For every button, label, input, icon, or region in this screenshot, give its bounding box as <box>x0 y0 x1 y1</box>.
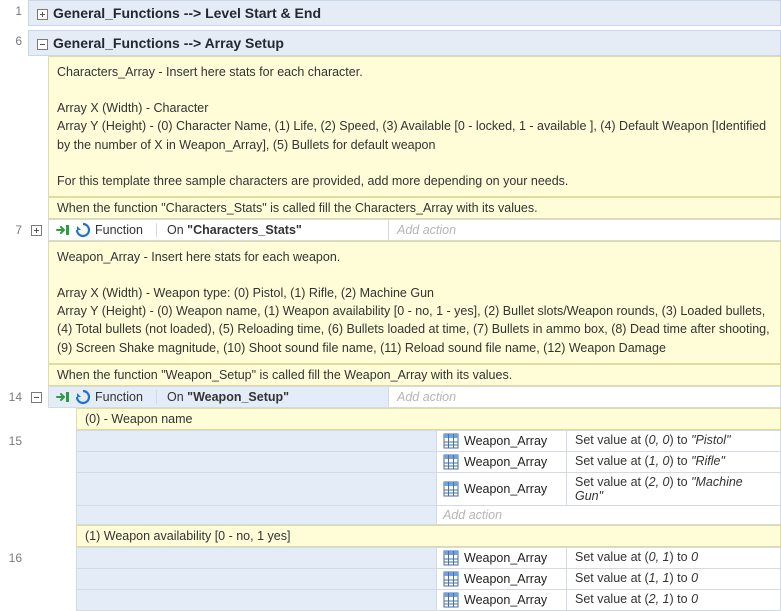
comment-characters-array[interactable]: Characters_Array - Insert here stats for… <box>48 56 781 197</box>
line-number: 7 <box>0 219 28 241</box>
action-object: Weapon_Array <box>437 431 567 451</box>
action-text: Set value at (0, 1) to 0 <box>567 548 780 568</box>
add-action-link[interactable]: Add action <box>389 220 780 240</box>
event-row: 15 Weapon_Array Set value at (0, 0) to "P… <box>0 430 781 525</box>
action-row[interactable]: Weapon_Array Set value at (0, 0) to "Pist… <box>76 430 781 452</box>
comment-row: When the function "Weapon_Setup" is call… <box>0 364 781 386</box>
object-label: Weapon_Array <box>464 482 547 496</box>
array-icon <box>443 481 459 497</box>
event-row: 1 General_Functions --> Level Start & En… <box>0 0 781 26</box>
action-text: Set value at (2, 1) to 0 <box>567 590 780 610</box>
event-weapon-setup[interactable]: Function On "Weapon_Setup" Add action <box>48 386 781 408</box>
array-icon <box>443 571 459 587</box>
comment-characters-when[interactable]: When the function "Characters_Stats" is … <box>48 197 781 219</box>
condition-empty <box>77 506 437 524</box>
condition-text: On "Weapon_Setup" <box>167 390 289 404</box>
line-number: 15 <box>0 430 28 525</box>
collapse-icon[interactable] <box>29 391 43 405</box>
line-number: 14 <box>0 386 28 408</box>
action-text: Set value at (1, 1) to 0 <box>567 569 780 589</box>
event-row: 7 Function On "Characters_Stats" Add act… <box>0 219 781 241</box>
condition-empty <box>77 590 437 610</box>
action-text: Set value at (1, 0) to "Rifle" <box>567 452 780 472</box>
action-object: Weapon_Array <box>437 590 567 610</box>
add-action-row[interactable]: Add action <box>76 506 781 525</box>
array-icon <box>443 550 459 566</box>
group-title: General_Functions --> Array Setup <box>53 35 284 51</box>
comment-weapon-name[interactable]: (0) - Weapon name <box>76 408 781 430</box>
line-number: 16 <box>0 547 28 611</box>
event-characters-stats[interactable]: Function On "Characters_Stats" Add actio… <box>48 219 781 241</box>
action-row[interactable]: Weapon_Array Set value at (1, 1) to 0 <box>76 569 781 590</box>
arrow-icon <box>55 222 71 238</box>
event-row: 16 Weapon_ArraySet value at (0, 1) to 0W… <box>0 547 781 611</box>
action-text: Set value at (2, 0) to "Machine Gun" <box>567 473 780 505</box>
comment-row: Characters_Array - Insert here stats for… <box>0 56 781 197</box>
add-action-link[interactable]: Add action <box>437 506 780 524</box>
condition-empty <box>77 452 437 472</box>
comment-weapon-array[interactable]: Weapon_Array - Insert here stats for eac… <box>48 241 781 364</box>
add-action-link[interactable]: Add action <box>389 387 780 407</box>
comment-weapon-when[interactable]: When the function "Weapon_Setup" is call… <box>48 364 781 386</box>
object-label: Weapon_Array <box>464 434 547 448</box>
comment-row: (1) Weapon availability [0 - no, 1 yes] <box>0 525 781 547</box>
comment-row: Weapon_Array - Insert here stats for eac… <box>0 241 781 364</box>
action-row[interactable]: Weapon_Array Set value at (0, 1) to 0 <box>76 547 781 569</box>
action-row[interactable]: Weapon_Array Set value at (2, 1) to 0 <box>76 590 781 611</box>
action-row[interactable]: Weapon_Array Set value at (1, 0) to "Rifl… <box>76 452 781 473</box>
group-header-array[interactable]: General_Functions --> Array Setup <box>28 30 781 56</box>
action-object: Weapon_Array <box>437 548 567 568</box>
line-number: 1 <box>0 0 28 26</box>
condition-empty <box>77 569 437 589</box>
function-icon <box>75 222 91 238</box>
condition-empty <box>77 548 437 568</box>
action-text: Set value at (0, 0) to "Pistol" <box>567 431 780 451</box>
group-header-level[interactable]: General_Functions --> Level Start & End <box>28 0 781 26</box>
collapse-icon[interactable] <box>35 37 49 51</box>
object-label: Weapon_Array <box>464 572 547 586</box>
comment-row: (0) - Weapon name <box>0 408 781 430</box>
action-object: Weapon_Array <box>437 569 567 589</box>
line-number: 6 <box>0 30 28 56</box>
action-row[interactable]: Weapon_Array Set value at (2, 0) to "Mach… <box>76 473 781 506</box>
object-label: Function <box>95 390 157 404</box>
arrow-icon <box>55 389 71 405</box>
condition-text: On "Characters_Stats" <box>167 223 302 237</box>
array-icon <box>443 433 459 449</box>
comment-row: When the function "Characters_Stats" is … <box>0 197 781 219</box>
object-label: Weapon_Array <box>464 455 547 469</box>
expand-icon[interactable] <box>29 224 43 238</box>
array-icon <box>443 592 459 608</box>
action-object: Weapon_Array <box>437 452 567 472</box>
condition-empty <box>77 473 437 505</box>
action-object: Weapon_Array <box>437 473 567 505</box>
comment-weapon-avail[interactable]: (1) Weapon availability [0 - no, 1 yes] <box>76 525 781 547</box>
expand-icon[interactable] <box>35 7 49 21</box>
function-icon <box>75 389 91 405</box>
event-row: 14 Function On "Weapon_Setup" Add action <box>0 386 781 408</box>
object-label: Weapon_Array <box>464 593 547 607</box>
object-label: Function <box>95 223 157 237</box>
array-icon <box>443 454 459 470</box>
group-title: General_Functions --> Level Start & End <box>53 5 321 21</box>
object-label: Weapon_Array <box>464 551 547 565</box>
event-row: 6 General_Functions --> Array Setup <box>0 30 781 56</box>
condition-empty <box>77 431 437 451</box>
